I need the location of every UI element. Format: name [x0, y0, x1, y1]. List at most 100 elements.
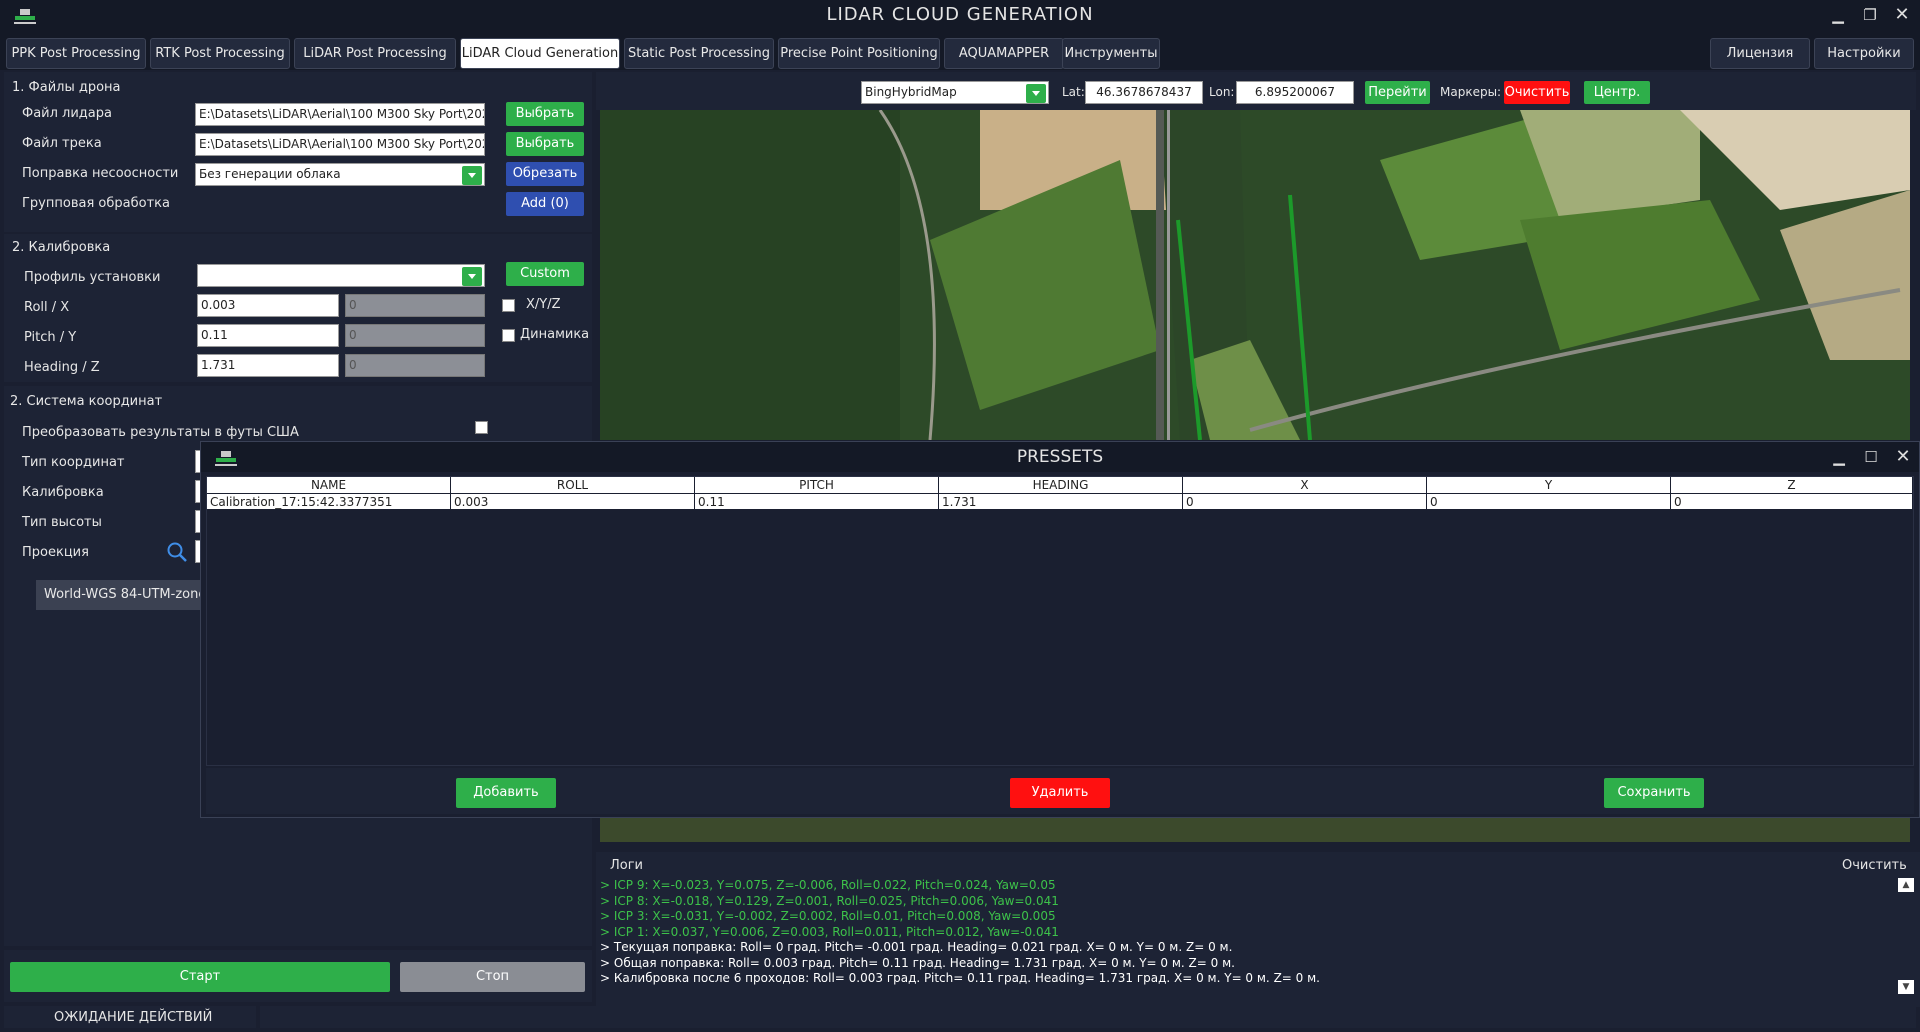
lat-label: Lat: — [1062, 85, 1085, 99]
cell-z[interactable]: 0 — [1671, 493, 1913, 509]
section-drone-files-title: 1. Файлы дрона — [12, 80, 121, 95]
profile-select[interactable] — [197, 264, 485, 287]
col-x-header[interactable]: X — [1183, 477, 1427, 493]
projection-value-box[interactable]: World-WGS 84-UTM-zone — [36, 580, 206, 610]
log-line: > Текущая поправка: Roll= 0 град. Pitch=… — [600, 940, 1233, 954]
log-line: > ICP 8: X=-0.018, Y=0.129, Z=0.001, Rol… — [600, 893, 1059, 908]
dialog-close-icon[interactable]: ✕ — [1889, 446, 1917, 468]
col-name-header[interactable]: NAME — [207, 477, 451, 493]
track-file-input[interactable]: E:\Datasets\LiDAR\Aerial\100 M300 Sky Po… — [195, 133, 485, 156]
feet-checkbox[interactable] — [475, 421, 488, 434]
logs-scrollbar[interactable]: ▲ ▼ — [1898, 876, 1914, 1002]
y-input: 0 — [345, 324, 485, 347]
chevron-down-icon — [462, 166, 482, 185]
tab-lidar-post[interactable]: LiDAR Post Processing — [294, 38, 456, 69]
scroll-down-icon[interactable]: ▼ — [1898, 980, 1914, 994]
browse-track-button[interactable]: Выбрать — [506, 132, 584, 156]
add-preset-button[interactable]: Добавить — [456, 778, 556, 808]
settings-button[interactable]: Настройки — [1814, 38, 1914, 69]
height-type-label: Тип высоты — [22, 515, 102, 530]
feet-label: Преобразовать результаты в футы США — [22, 425, 299, 440]
tab-rtk[interactable]: RTK Post Processing — [150, 38, 290, 69]
xyz-label: X/Y/Z — [526, 297, 561, 312]
table-header-row: NAME ROLL PITCH HEADING X Y Z — [207, 477, 1913, 493]
tab-lidar-cloud[interactable]: LiDAR Cloud Generation — [460, 38, 620, 69]
col-y-header[interactable]: Y — [1427, 477, 1671, 493]
satellite-map-image — [600, 110, 1910, 440]
lat-input[interactable]: 46.3678678437 — [1085, 81, 1203, 104]
dialog-minimize-icon[interactable]: ▁ — [1825, 446, 1853, 468]
log-line: > ICP 1: X=0.037, Y=0.006, Z=0.003, Roll… — [600, 924, 1059, 939]
chevron-down-icon — [462, 267, 482, 286]
goto-button[interactable]: Перейти — [1365, 81, 1430, 104]
roll-input[interactable]: 0.003 — [197, 294, 339, 317]
cell-roll[interactable]: 0.003 — [451, 493, 695, 509]
markers-label: Маркеры: — [1440, 85, 1502, 99]
calib-label: Калибровка — [22, 485, 104, 500]
delete-preset-button[interactable]: Удалить — [1010, 778, 1110, 808]
license-button[interactable]: Лицензия — [1710, 38, 1810, 69]
log-line: > ICP 9: X=-0.023, Y=0.075, Z=-0.006, Ro… — [600, 878, 1056, 892]
col-heading-header[interactable]: HEADING — [939, 477, 1183, 493]
projection-label: Проекция — [22, 545, 89, 560]
logs-clear-button[interactable]: Очистить — [1842, 858, 1907, 873]
dialog-title: PRESSETS — [1016, 447, 1104, 467]
log-line: > Калибровка после 6 проходов: Roll= 0.0… — [600, 971, 1320, 985]
scroll-up-icon[interactable]: ▲ — [1898, 878, 1914, 892]
map-type-select[interactable]: BingHybridMap — [861, 81, 1049, 104]
section-calibration-title: 2. Калибровка — [12, 240, 111, 255]
tab-aquamapper[interactable]: AQUAMAPPER — [944, 38, 1064, 69]
table-row[interactable]: Calibration_17:15:42.3377351 0.003 0.11 … — [207, 493, 1913, 509]
status-bar-right — [260, 1006, 1916, 1028]
dialog-maximize-icon[interactable]: ☐ — [1857, 446, 1885, 468]
tab-ppk[interactable]: PPK Post Processing — [6, 38, 146, 69]
crop-button[interactable]: Обрезать — [506, 162, 584, 186]
roll-label: Roll / X — [24, 300, 70, 315]
cell-x[interactable]: 0 — [1183, 493, 1427, 509]
lidar-file-input[interactable]: E:\Datasets\LiDAR\Aerial\100 M300 Sky Po… — [195, 103, 485, 126]
minimize-icon[interactable]: ▁ — [1824, 4, 1852, 26]
track-file-label: Файл трека — [22, 136, 102, 151]
window-title: LIDAR CLOUD GENERATION — [826, 4, 1094, 25]
dynamics-checkbox[interactable] — [502, 329, 515, 342]
map-view[interactable] — [600, 110, 1910, 440]
save-preset-button[interactable]: Сохранить — [1604, 778, 1704, 808]
add-batch-button[interactable]: Add (0) — [506, 192, 584, 216]
tab-static[interactable]: Static Post Processing — [624, 38, 774, 69]
profile-label: Профиль установки — [24, 270, 161, 285]
stop-button[interactable]: Стоп — [400, 962, 585, 992]
col-roll-header[interactable]: ROLL — [451, 477, 695, 493]
tab-tools[interactable]: Инструменты — [1062, 38, 1160, 69]
tab-ppp[interactable]: Precise Point Positioning — [778, 38, 940, 69]
log-line: > ICP 3: X=-0.031, Y=-0.002, Z=0.002, Ro… — [600, 909, 1056, 923]
browse-lidar-button[interactable]: Выбрать — [506, 102, 584, 126]
cell-heading[interactable]: 1.731 — [939, 493, 1183, 509]
col-z-header[interactable]: Z — [1671, 477, 1913, 493]
dynamics-label: Динамика — [520, 327, 590, 342]
restore-icon[interactable]: ❐ — [1856, 4, 1884, 26]
pitch-input[interactable]: 0.11 — [197, 324, 339, 347]
cell-name[interactable]: Calibration_17:15:42.3377351 — [207, 493, 451, 509]
start-button[interactable]: Старт — [10, 962, 390, 992]
lon-label: Lon: — [1209, 85, 1235, 99]
presets-dialog: PRESSETS ▁ ☐ ✕ NAME ROLL PITCH HEADING X… — [200, 441, 1920, 818]
xyz-checkbox[interactable] — [502, 299, 515, 312]
projection-value: World-WGS 84-UTM-zone — [44, 587, 206, 602]
coord-type-label: Тип координат — [22, 455, 125, 470]
misalign-select[interactable]: Без генерации облака — [195, 163, 485, 186]
logs-content: > ICP 9: X=-0.023, Y=0.075, Z=-0.006, Ro… — [600, 878, 1890, 1006]
col-pitch-header[interactable]: PITCH — [695, 477, 939, 493]
section-coord-title: 2. Система координат — [10, 394, 163, 409]
cell-pitch[interactable]: 0.11 — [695, 493, 939, 509]
clear-markers-button[interactable]: Очистить — [1504, 81, 1570, 104]
status-text: ОЖИДАНИЕ ДЕЙСТВИЙ — [54, 1010, 213, 1025]
custom-button[interactable]: Custom — [506, 262, 584, 286]
search-icon[interactable] — [166, 541, 188, 563]
close-icon[interactable]: ✕ — [1888, 4, 1916, 26]
cell-y[interactable]: 0 — [1427, 493, 1671, 509]
heading-label: Heading / Z — [24, 360, 100, 375]
misalign-select-value: Без генерации облака — [199, 167, 341, 181]
lon-input[interactable]: 6.895200067 — [1236, 81, 1354, 104]
heading-input[interactable]: 1.731 — [197, 354, 339, 377]
center-button[interactable]: Центр. — [1584, 81, 1650, 104]
